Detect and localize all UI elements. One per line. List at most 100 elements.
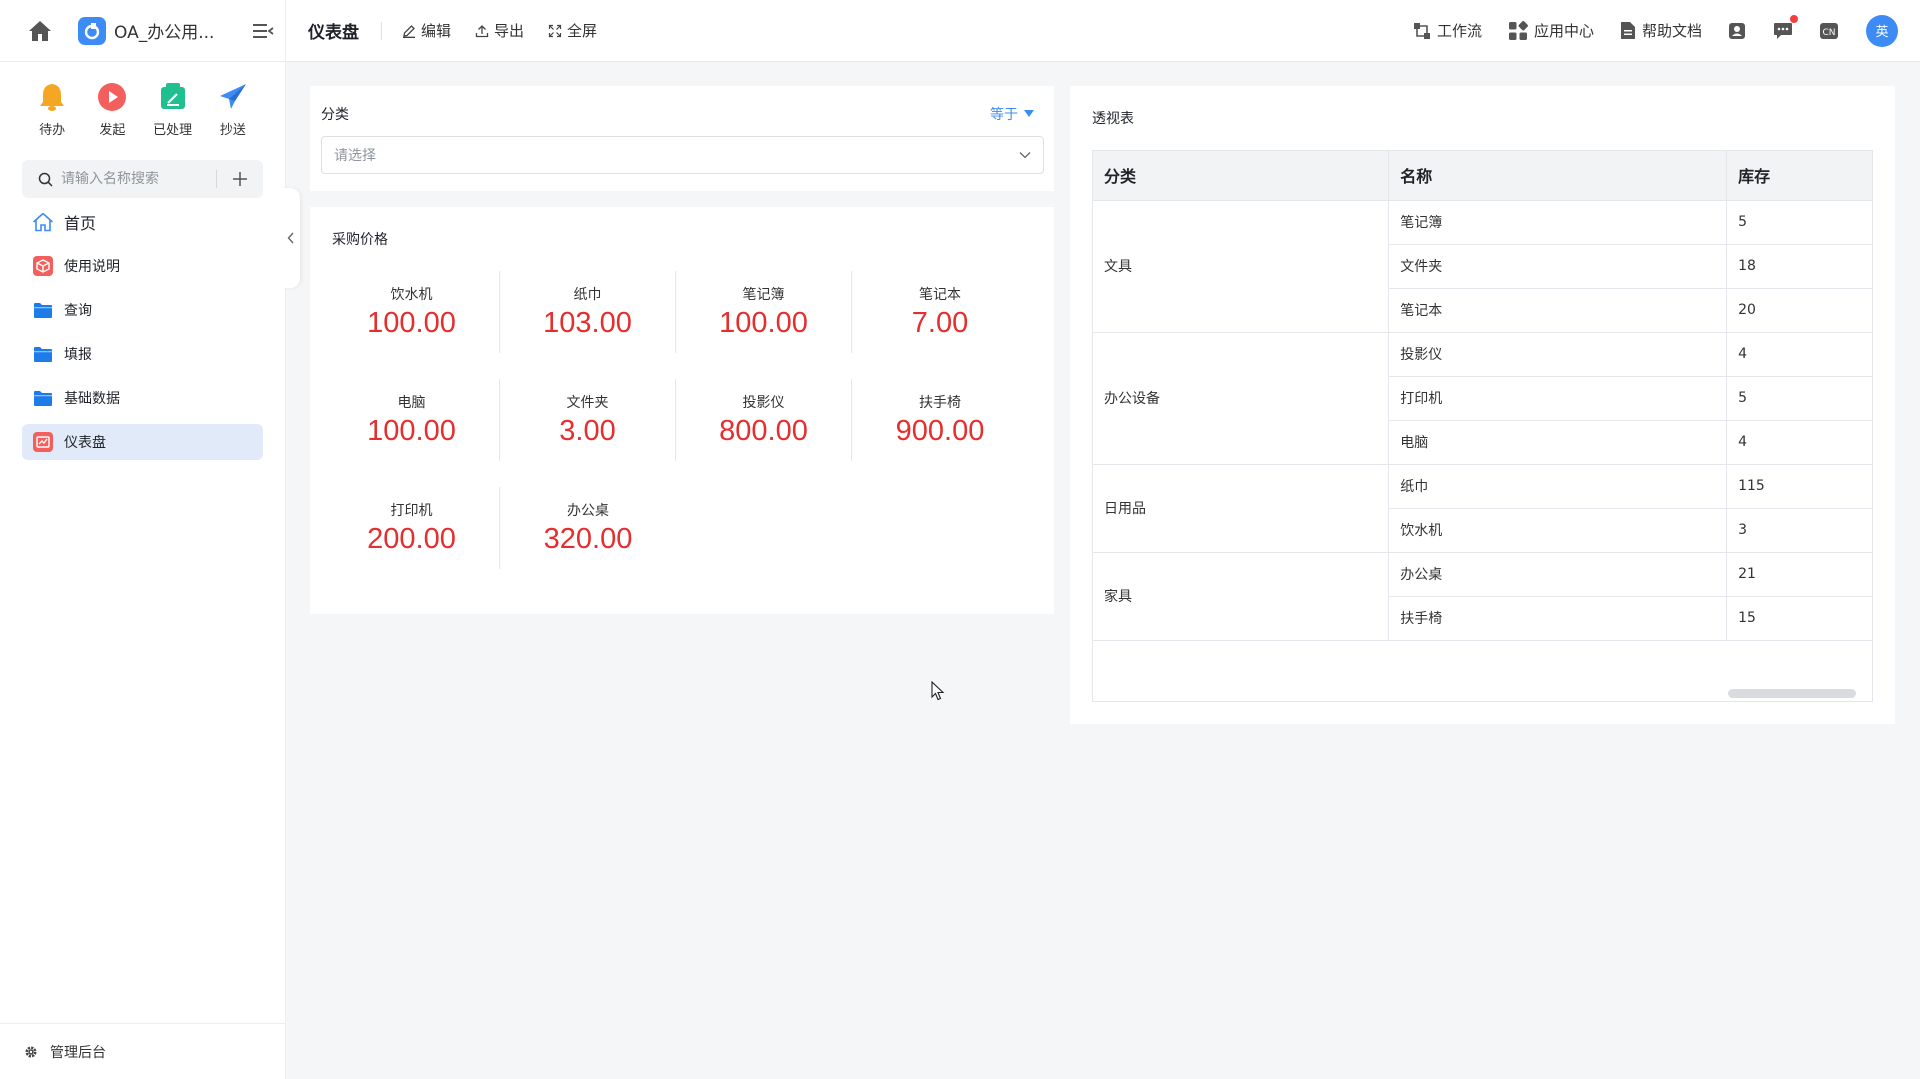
sidebar-item-home[interactable]: 首页 <box>22 204 263 240</box>
stat-label: 饮水机 <box>390 287 433 303</box>
app-name[interactable]: OA_办公用... <box>114 18 224 43</box>
contacts-button[interactable] <box>1726 20 1748 42</box>
category-cell: 家具 <box>1093 552 1390 641</box>
app-center-link[interactable]: 应用中心 <box>1508 20 1594 41</box>
fullscreen-button[interactable]: 全屏 <box>548 20 597 41</box>
stat-label: 打印机 <box>390 503 433 519</box>
stat-label: 纸巾 <box>573 287 602 303</box>
edit-button[interactable]: 编辑 <box>402 20 451 41</box>
stat-card: 纸巾 103.00 <box>500 271 676 353</box>
filter-label: 分类 <box>321 107 349 123</box>
play-icon <box>98 83 127 111</box>
chat-icon <box>1774 22 1792 39</box>
sidebar-item-dashboard[interactable]: 仪表盘 <box>22 424 263 460</box>
column-header[interactable]: 分类 <box>1093 151 1390 201</box>
processed-icon <box>160 83 185 109</box>
sidebar-item-label: 使用说明 <box>64 259 120 275</box>
upload-icon <box>475 24 489 37</box>
quick-todo[interactable]: 待办 <box>22 82 82 138</box>
stat-value: 100.00 <box>719 307 808 339</box>
sidebar-collapse-handle[interactable] <box>282 188 300 288</box>
toolbar-divider <box>381 21 382 40</box>
quick-start[interactable]: 发起 <box>82 82 142 138</box>
quick-start-label: 发起 <box>99 123 126 138</box>
header-right-nav: 工作流 应用中心 帮助文档 CN 英 <box>1387 14 1920 47</box>
name-cell: 打印机 <box>1388 376 1728 421</box>
stat-card: 笔记本 7.00 <box>852 271 1028 353</box>
fullscreen-label: 全屏 <box>567 22 598 40</box>
sidebar-item-query[interactable]: 查询 <box>22 292 263 328</box>
add-button[interactable] <box>217 160 263 198</box>
table-header-row: 分类 名称 库存 <box>1093 151 1872 201</box>
category-select[interactable]: 请选择 <box>321 136 1044 174</box>
category-cell: 办公设备 <box>1093 332 1390 465</box>
contacts-icon <box>1729 22 1745 39</box>
menu-icon <box>253 23 274 38</box>
stat-value: 200.00 <box>367 523 456 555</box>
stat-value: 7.00 <box>911 307 969 339</box>
column-header[interactable]: 名称 <box>1388 151 1728 201</box>
stat-value: 100.00 <box>367 307 456 339</box>
mouse-cursor-icon <box>931 681 945 701</box>
table-row: 日用品 纸巾 115 <box>1093 464 1872 553</box>
quick-cc-label: 抄送 <box>219 123 246 138</box>
stock-cell: 20 <box>1726 288 1872 333</box>
quick-processed[interactable]: 已处理 <box>143 82 203 138</box>
quick-cc[interactable]: 抄送 <box>203 82 263 138</box>
stat-card: 电脑 100.00 <box>324 379 500 461</box>
stat-label: 扶手椅 <box>919 395 961 411</box>
top-bar: OA_办公用... 仪表盘 编辑 导出 全屏 工作流 应用中心 帮助文档 CN … <box>0 0 1920 62</box>
purchase-price-title: 采购价格 <box>332 232 388 248</box>
name-cell: 电脑 <box>1388 420 1728 465</box>
admin-backend-link[interactable]: 管理后台 <box>0 1023 285 1079</box>
name-cell: 饮水机 <box>1388 508 1728 553</box>
table-row: 办公设备 投影仪 4 <box>1093 332 1872 465</box>
sidebar-item-basic-data[interactable]: 基础数据 <box>22 380 263 416</box>
grid-apps-icon <box>1508 20 1528 40</box>
stat-value: 320.00 <box>543 523 633 555</box>
notification-dot <box>1790 14 1798 23</box>
stat-label: 文件夹 <box>566 395 609 411</box>
help-docs-link[interactable]: 帮助文档 <box>1620 20 1702 41</box>
folder-icon <box>34 302 52 318</box>
name-cell: 笔记本 <box>1388 288 1728 333</box>
guide-icon <box>33 256 53 276</box>
stats-grid: 饮水机 100.00 纸巾 103.00 笔记簿 100.00 笔记本 7.00 电脑 1… <box>324 271 1032 595</box>
stat-label: 电脑 <box>397 395 426 411</box>
name-cell: 文件夹 <box>1388 244 1728 289</box>
horizontal-scrollbar[interactable] <box>1728 689 1856 698</box>
home-icon <box>29 20 51 41</box>
export-label: 导出 <box>494 22 525 40</box>
category-cell: 文具 <box>1093 200 1390 333</box>
sidebar-item-label: 首页 <box>64 214 97 233</box>
sidebar-item-report[interactable]: 填报 <box>22 336 263 372</box>
stock-cell: 3 <box>1726 508 1872 553</box>
export-button[interactable]: 导出 <box>475 20 524 41</box>
page-title: 仪表盘 <box>308 23 359 43</box>
caret-down-icon <box>1024 110 1034 117</box>
messages-button[interactable] <box>1772 14 1798 42</box>
chevron-left-icon <box>287 232 294 244</box>
pivot-table: 分类 名称 库存 文具 笔记簿 5 文件夹 18 笔记本 20 办公设备 投影仪… <box>1093 151 1872 641</box>
edit-icon <box>403 24 415 38</box>
stat-card: 扶手椅 900.00 <box>852 379 1028 461</box>
chevron-down-icon <box>1019 152 1031 159</box>
workflow-link[interactable]: 工作流 <box>1413 20 1482 41</box>
category-cell: 日用品 <box>1093 464 1390 553</box>
language-button[interactable]: CN <box>1818 20 1840 42</box>
name-cell: 办公桌 <box>1388 552 1728 597</box>
page-toolbar: 仪表盘 编辑 导出 全屏 <box>286 0 1387 62</box>
search-input[interactable] <box>61 171 216 187</box>
plus-icon <box>233 172 247 186</box>
menu-toggle-button[interactable] <box>252 20 274 42</box>
stat-card: 打印机 200.00 <box>324 487 500 569</box>
folder-icon <box>34 346 52 362</box>
column-header[interactable]: 库存 <box>1726 151 1872 201</box>
sidebar-item-guide[interactable]: 使用说明 <box>22 248 263 284</box>
app-logo-icon <box>78 16 106 45</box>
stat-card: 笔记簿 100.00 <box>676 271 852 353</box>
user-avatar[interactable]: 英 <box>1866 14 1898 47</box>
filter-operator-dropdown[interactable]: 等于 <box>990 104 1034 124</box>
home-button[interactable] <box>26 17 54 45</box>
filter-operator-label: 等于 <box>990 107 1018 123</box>
